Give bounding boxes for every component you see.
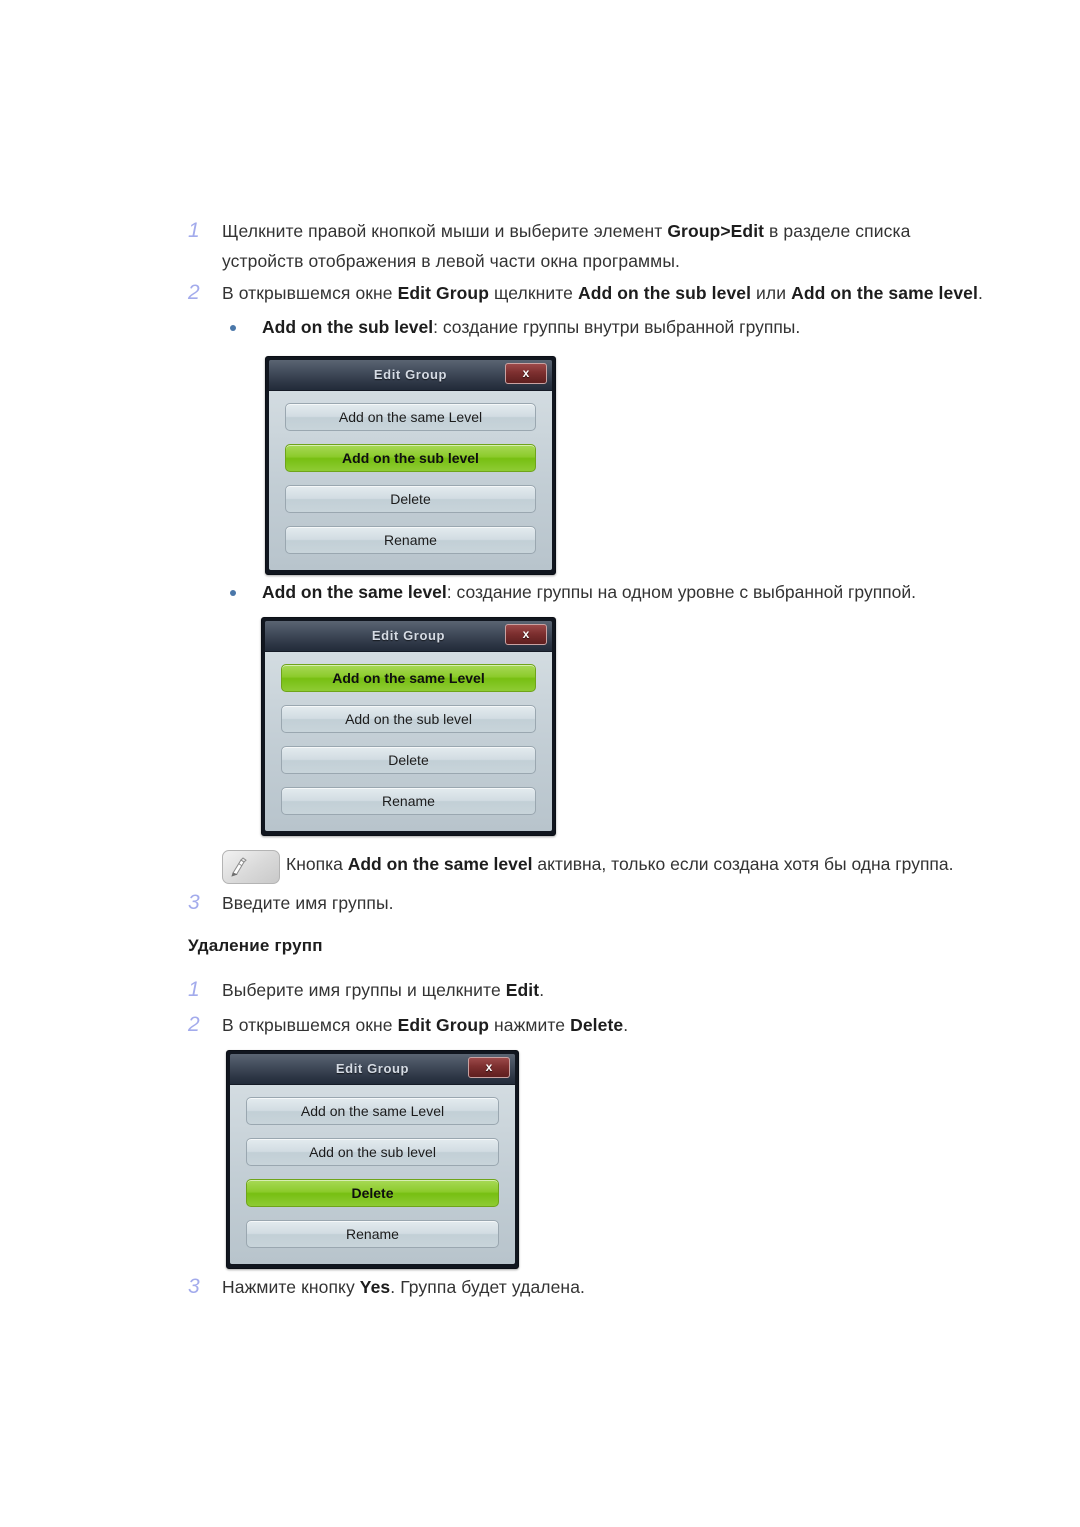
note-pencil-icon (222, 850, 280, 884)
dialog-2-button-delete[interactable]: Delete (281, 746, 536, 774)
delete-step-2-part-e: . (623, 1015, 629, 1035)
section-heading-delete-groups: Удаление групп (188, 936, 323, 955)
delete-step-3-emphasis-yes: Yes (359, 1277, 391, 1297)
bullet-same-level-desc: : создание группы на одном уровне с выбр… (446, 582, 917, 602)
edit-group-dialog-2[interactable]: Edit Group x Add on the same Level Add o… (261, 617, 556, 836)
bullet-sub-level: Add on the sub level: создание группы вн… (222, 313, 982, 341)
note-text-part-a: Кнопка (286, 854, 348, 874)
delete-step-2-emphasis-edit-group: Edit Group (397, 1015, 490, 1035)
bullet-sub-level-label: Add on the sub level (262, 317, 434, 337)
step-2-emphasis-same-level: Add on the same level (791, 283, 978, 303)
bullet-same-level: Add on the same level: создание группы н… (222, 578, 1012, 606)
bullet-sub-level-text: Add on the sub level: создание группы вн… (262, 313, 800, 341)
delete-step-1-part-c: . (539, 980, 545, 1000)
edit-group-dialog-3[interactable]: Edit Group x Add on the same Level Add o… (226, 1050, 519, 1269)
document-page: 1 Щелкните правой кнопкой мыши и выберит… (0, 0, 1080, 1527)
delete-step-1: 1 Выберите имя группы и щелкните Edit. (188, 975, 788, 1005)
dialog-2-frame: Edit Group x Add on the same Level Add o… (265, 621, 552, 831)
dialog-3-button-add-same-level[interactable]: Add on the same Level (246, 1097, 499, 1125)
step-2-emphasis-sub-level: Add on the sub level (577, 283, 752, 303)
dialog-2-titlebar: Edit Group x (265, 621, 552, 652)
step-2-emphasis-edit-group: Edit Group (397, 283, 490, 303)
delete-step-3: 3 Нажмите кнопку Yes. Группа будет удале… (188, 1272, 788, 1302)
dialog-3-button-add-sub-level[interactable]: Add on the sub level (246, 1138, 499, 1166)
dialog-1-button-add-sub-level[interactable]: Add on the sub level (285, 444, 536, 472)
delete-step-2-part-a: В открывшемся окне (222, 1015, 398, 1035)
dialog-1-button-delete[interactable]: Delete (285, 485, 536, 513)
dialog-3-frame: Edit Group x Add on the same Level Add o… (230, 1054, 515, 1264)
edit-group-dialog-1[interactable]: Edit Group x Add on the same Level Add o… (265, 356, 556, 575)
bullet-same-level-label: Add on the same level (262, 582, 447, 602)
dialog-3-titlebar: Edit Group x (230, 1054, 515, 1085)
step-2: 2 В открывшемся окне Edit Group щелкните… (188, 278, 1018, 308)
pencil-glyph (231, 857, 247, 877)
note-block: Кнопка Add on the same level активна, то… (222, 849, 962, 884)
dialog-2-button-rename[interactable]: Rename (281, 787, 536, 815)
dialog-1-button-rename[interactable]: Rename (285, 526, 536, 554)
delete-step-3-text: Нажмите кнопку Yes. Группа будет удалена… (222, 1272, 585, 1302)
step-2-number: 2 (188, 281, 201, 304)
delete-step-3-number: 3 (188, 1275, 201, 1298)
dialog-1-body: Add on the same Level Add on the sub lev… (269, 391, 552, 570)
note-emphasis-same-level: Add on the same level (347, 854, 533, 874)
step-3-number: 3 (188, 891, 201, 914)
bullet-dot-icon (222, 578, 262, 606)
step-2-text-part-a: В открывшемся окне (222, 283, 398, 303)
step-1: 1 Щелкните правой кнопкой мыши и выберит… (188, 216, 948, 276)
dialog-3-button-rename[interactable]: Rename (246, 1220, 499, 1248)
step-1-text-part-c: в разделе списка (764, 221, 911, 241)
dialog-2-button-add-same-level[interactable]: Add on the same Level (281, 664, 536, 692)
delete-step-2-text: В открывшемся окне Edit Group нажмите De… (222, 1010, 628, 1040)
bullet-same-level-text: Add on the same level: создание группы н… (262, 578, 916, 606)
step-3: 3 Введите имя группы. (188, 888, 688, 918)
dialog-1-titlebar: Edit Group x (269, 360, 552, 391)
dialog-3-body: Add on the same Level Add on the sub lev… (230, 1085, 515, 1264)
step-1-text-line2: устройств отображения в левой части окна… (222, 251, 680, 271)
bullet-sub-level-desc: : создание группы внутри выбранной групп… (433, 317, 801, 337)
close-icon[interactable]: x (505, 363, 547, 384)
delete-step-1-part-a: Выберите имя группы и щелкните (222, 980, 506, 1000)
bullet-dot-icon (222, 313, 262, 341)
delete-step-2-number: 2 (188, 1013, 201, 1036)
delete-step-2-part-c: нажмите (489, 1015, 571, 1035)
step-2-text-part-c: щелкните (489, 283, 578, 303)
dialog-3-button-delete[interactable]: Delete (246, 1179, 499, 1207)
step-1-emphasis-group-edit: Group>Edit (667, 221, 765, 241)
delete-step-1-emphasis-edit: Edit (505, 980, 540, 1000)
dialog-2-body: Add on the same Level Add on the sub lev… (265, 652, 552, 831)
note-text-part-c: активна, только если создана хотя бы одн… (532, 854, 954, 874)
dialog-1-button-add-same-level[interactable]: Add on the same Level (285, 403, 536, 431)
delete-step-2: 2 В открывшемся окне Edit Group нажмите … (188, 1010, 788, 1040)
delete-step-2-emphasis-delete: Delete (570, 1015, 624, 1035)
close-icon[interactable]: x (505, 624, 547, 645)
note-text: Кнопка Add on the same level активна, то… (280, 849, 954, 879)
step-2-text-part-e: или (751, 283, 792, 303)
step-1-number: 1 (188, 219, 201, 242)
dialog-2-button-add-sub-level[interactable]: Add on the sub level (281, 705, 536, 733)
delete-step-1-number: 1 (188, 978, 201, 1001)
step-1-text: Щелкните правой кнопкой мыши и выберите … (222, 216, 910, 276)
step-3-text: Введите имя группы. (222, 893, 394, 913)
dialog-1-frame: Edit Group x Add on the same Level Add o… (269, 360, 552, 570)
step-2-text-part-g: . (977, 283, 983, 303)
delete-step-1-text: Выберите имя группы и щелкните Edit. (222, 975, 544, 1005)
step-2-text: В открывшемся окне Edit Group щелкните A… (222, 278, 983, 308)
delete-step-3-part-a: Нажмите кнопку (222, 1277, 360, 1297)
close-icon[interactable]: x (468, 1057, 510, 1078)
step-1-text-part-a: Щелкните правой кнопкой мыши и выберите … (222, 221, 668, 241)
delete-step-3-part-c: . Группа будет удалена. (390, 1277, 585, 1297)
